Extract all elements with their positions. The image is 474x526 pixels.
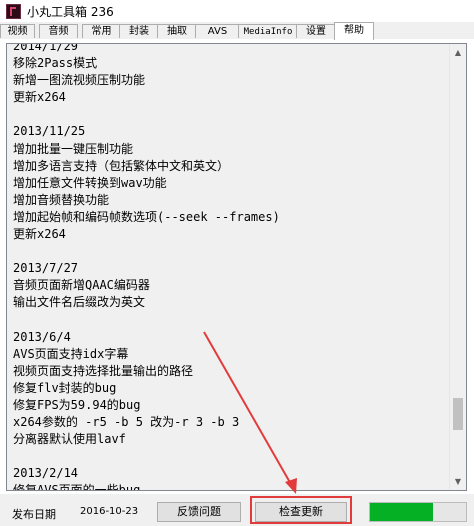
tab-avs[interactable]: AVS <box>195 24 240 38</box>
check-update-button[interactable]: 检查更新 <box>255 502 347 522</box>
tab-help[interactable]: 帮助 <box>334 22 374 40</box>
changelog-line: 2014/1/29 <box>13 43 79 53</box>
changelog-blank-line <box>13 243 453 260</box>
window-title: 小丸工具箱 236 <box>27 4 114 19</box>
changelog-blank-line <box>13 448 453 465</box>
changelog-line: 修复FPS为59.94的bug <box>13 397 141 412</box>
tab-mediainfo[interactable]: MediaInfo <box>238 24 298 38</box>
release-date-label: 发布日期 <box>12 508 56 521</box>
update-progress-bar <box>369 502 467 522</box>
release-date-value: 2016-10-23 <box>80 506 139 517</box>
changelog-line: 2013/11/25 <box>13 124 86 139</box>
scroll-down-icon[interactable]: ▼ <box>450 473 466 490</box>
changelog-line: 增加批量一键压制功能 <box>13 141 134 156</box>
changelog-textbox[interactable]: 2014/1/29 移除2Pass模式新增一图流视频压制功能 更新x264 2013… <box>6 43 467 491</box>
changelog-line: 更新x264 <box>13 90 66 105</box>
changelog-line: 输出文件名后缀改为英文 <box>13 295 146 310</box>
tab-extract[interactable]: 抽取 <box>157 24 197 38</box>
feedback-button[interactable]: 反馈问题 <box>157 502 241 522</box>
app-icon <box>6 3 21 19</box>
progress-fill <box>370 503 434 521</box>
tab-settings[interactable]: 设置 <box>296 24 336 38</box>
tab-video[interactable]: 视频 <box>0 24 35 38</box>
changelog-line: 增加起始帧和编码帧数选项(--seek --frames) <box>13 209 280 224</box>
tab-mux[interactable]: 封装 <box>119 24 159 38</box>
changelog-line: 音频页面新增QAAC编码器 <box>13 278 150 293</box>
changelog-line: 增加音频替换功能 <box>13 192 110 207</box>
changelog-line: 修复AVS页面的一些bug <box>13 483 141 491</box>
changelog-blank-line <box>13 312 453 329</box>
scroll-thumb[interactable] <box>453 398 463 430</box>
changelog-line: 2013/6/4 <box>13 329 71 344</box>
vertical-scrollbar[interactable]: ▲ ▼ <box>449 44 466 490</box>
changelog-line: 移除2Pass模式 <box>13 56 98 71</box>
footer-bar: 发布日期 2016-10-23 反馈问题 检查更新 <box>0 494 474 526</box>
changelog-text: 2014/1/29 移除2Pass模式新增一图流视频压制功能 更新x264 2013… <box>13 43 453 491</box>
changelog-line: AVS页面支持idx字幕 <box>13 346 129 361</box>
changelog-line: 分离器默认使用lavf <box>13 432 126 447</box>
changelog-line: 2013/7/27 <box>13 261 79 276</box>
tab-audio[interactable]: 音频 <box>39 24 78 38</box>
changelog-line: 更新x264 <box>13 227 66 242</box>
tab-strip: 视频 音频 常用 封装 抽取 AVS MediaInfo 设置 帮助 <box>0 22 474 40</box>
changelog-line: 修复flv封装的bug <box>13 380 117 395</box>
changelog-line: 新增一图流视频压制功能 <box>13 73 146 88</box>
scroll-up-icon[interactable]: ▲ <box>450 44 466 61</box>
help-panel: 2014/1/29 移除2Pass模式新增一图流视频压制功能 更新x264 2013… <box>0 39 474 494</box>
changelog-line: 增加多语言支持（包括繁体中文和英文） <box>13 158 230 173</box>
changelog-blank-line <box>13 106 453 123</box>
changelog-line: 视频页面支持选择批量输出的路径 <box>13 363 194 378</box>
changelog-line: x264参数的 -r5 -b 5 改为-r 3 -b 3 <box>13 415 240 430</box>
title-bar: 小丸工具箱 236 <box>0 0 474 23</box>
changelog-line: 2013/2/14 <box>13 466 79 481</box>
changelog-line: 增加任意文件转换到wav功能 <box>13 175 167 190</box>
tab-common[interactable]: 常用 <box>82 24 121 38</box>
